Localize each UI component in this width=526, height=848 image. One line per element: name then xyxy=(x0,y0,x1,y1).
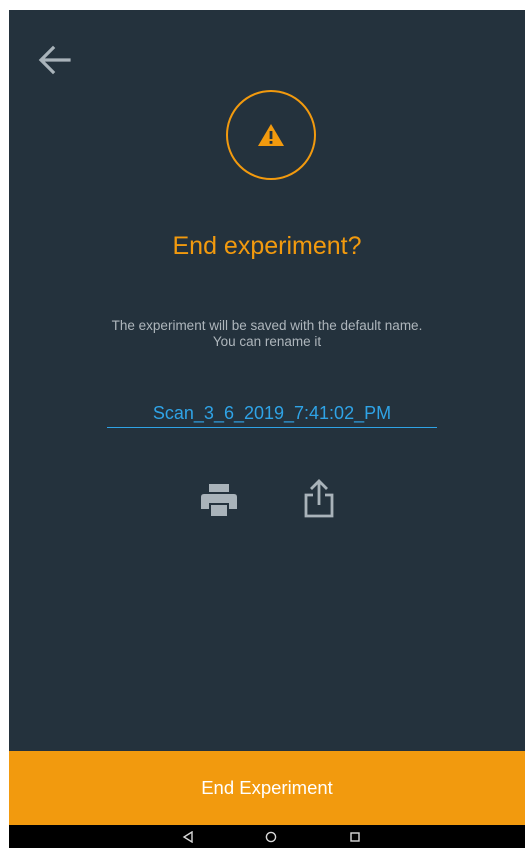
nav-recents-icon xyxy=(350,831,360,842)
share-button[interactable] xyxy=(299,476,339,520)
nav-home-icon xyxy=(265,831,277,842)
warning-triangle-icon xyxy=(258,124,284,146)
print-icon xyxy=(201,484,237,516)
dialog-title: End experiment? xyxy=(172,232,362,260)
dialog-message: The experiment will be saved with the de… xyxy=(111,318,423,349)
print-button[interactable] xyxy=(199,480,239,520)
end-experiment-button[interactable]: End Experiment xyxy=(9,751,525,825)
system-navigation-bar xyxy=(9,825,525,848)
back-button[interactable] xyxy=(35,42,75,78)
nav-recents-button[interactable] xyxy=(340,825,370,848)
arrow-left-icon xyxy=(38,45,71,75)
warning-badge xyxy=(226,90,316,180)
end-experiment-screen: End experiment? The experiment will be s… xyxy=(9,10,525,848)
share-icon xyxy=(304,479,334,518)
nav-home-button[interactable] xyxy=(256,825,286,848)
nav-back-icon xyxy=(182,830,193,843)
experiment-name-input[interactable] xyxy=(107,400,437,428)
nav-back-button[interactable] xyxy=(173,825,203,848)
